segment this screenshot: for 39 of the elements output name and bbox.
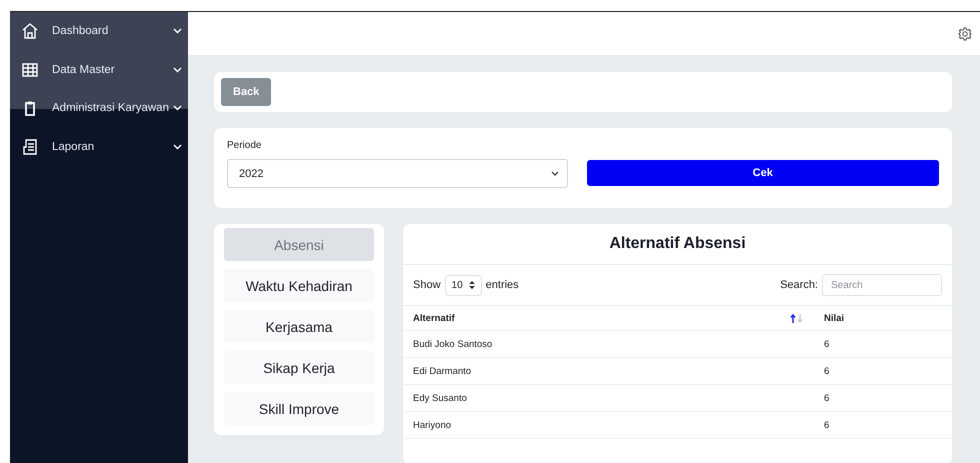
table-cell: 6 [814,358,952,384]
criteria-tab[interactable]: Kerjasama [224,310,374,343]
column-header[interactable]: Alternatif [403,306,814,330]
table-cell: 6 [814,384,952,412]
table-cell: Edi Darmanto [403,358,814,384]
document-icon [21,138,39,156]
sidebar-item[interactable]: Laporan [10,128,188,166]
column-header[interactable]: Nilai [814,306,952,330]
chevron-down-icon [173,66,182,73]
table-cell: Hariyono [403,412,814,438]
chevron-down-icon [173,28,182,34]
cek-button[interactable]: Cek [586,160,939,186]
table-cell: 6 [814,330,952,358]
table-cell: 6 [814,412,952,438]
table-cell: Budi Joko Santoso [403,330,814,358]
sort-icon [790,314,804,322]
settings-icon[interactable] [958,26,972,40]
search-label: Search: [780,279,818,291]
page-size-select[interactable]: 10 [444,274,482,296]
grid-icon [21,60,39,79]
chevron-down-icon [550,171,558,176]
criteria-tab[interactable]: Sikap Kerja [224,351,374,384]
show-label: Show [413,279,441,291]
home-icon [21,22,39,40]
sidebar-item[interactable]: Dashboard [10,12,188,50]
periode-label: Periode [227,140,262,151]
table-title: Alternatif Absensi [403,224,952,265]
chevron-down-icon [173,105,182,112]
sort-arrows-icon [468,281,475,289]
entries-label: entries [486,279,519,291]
search-field[interactable]: Search [822,274,942,296]
sidebar-item[interactable]: Administrasi Karyawan [10,89,188,128]
sidebar-item[interactable]: Data Master [10,50,188,89]
criteria-tab[interactable]: Skill Improve [224,392,374,425]
table-cell: Edy Susanto [403,384,814,412]
criteria-tab[interactable]: Waktu Kehadiran [224,269,374,302]
criteria-tab[interactable]: Absensi [224,228,374,261]
chevron-down-icon [173,144,182,150]
periode-select[interactable]: 2022 [227,159,568,188]
